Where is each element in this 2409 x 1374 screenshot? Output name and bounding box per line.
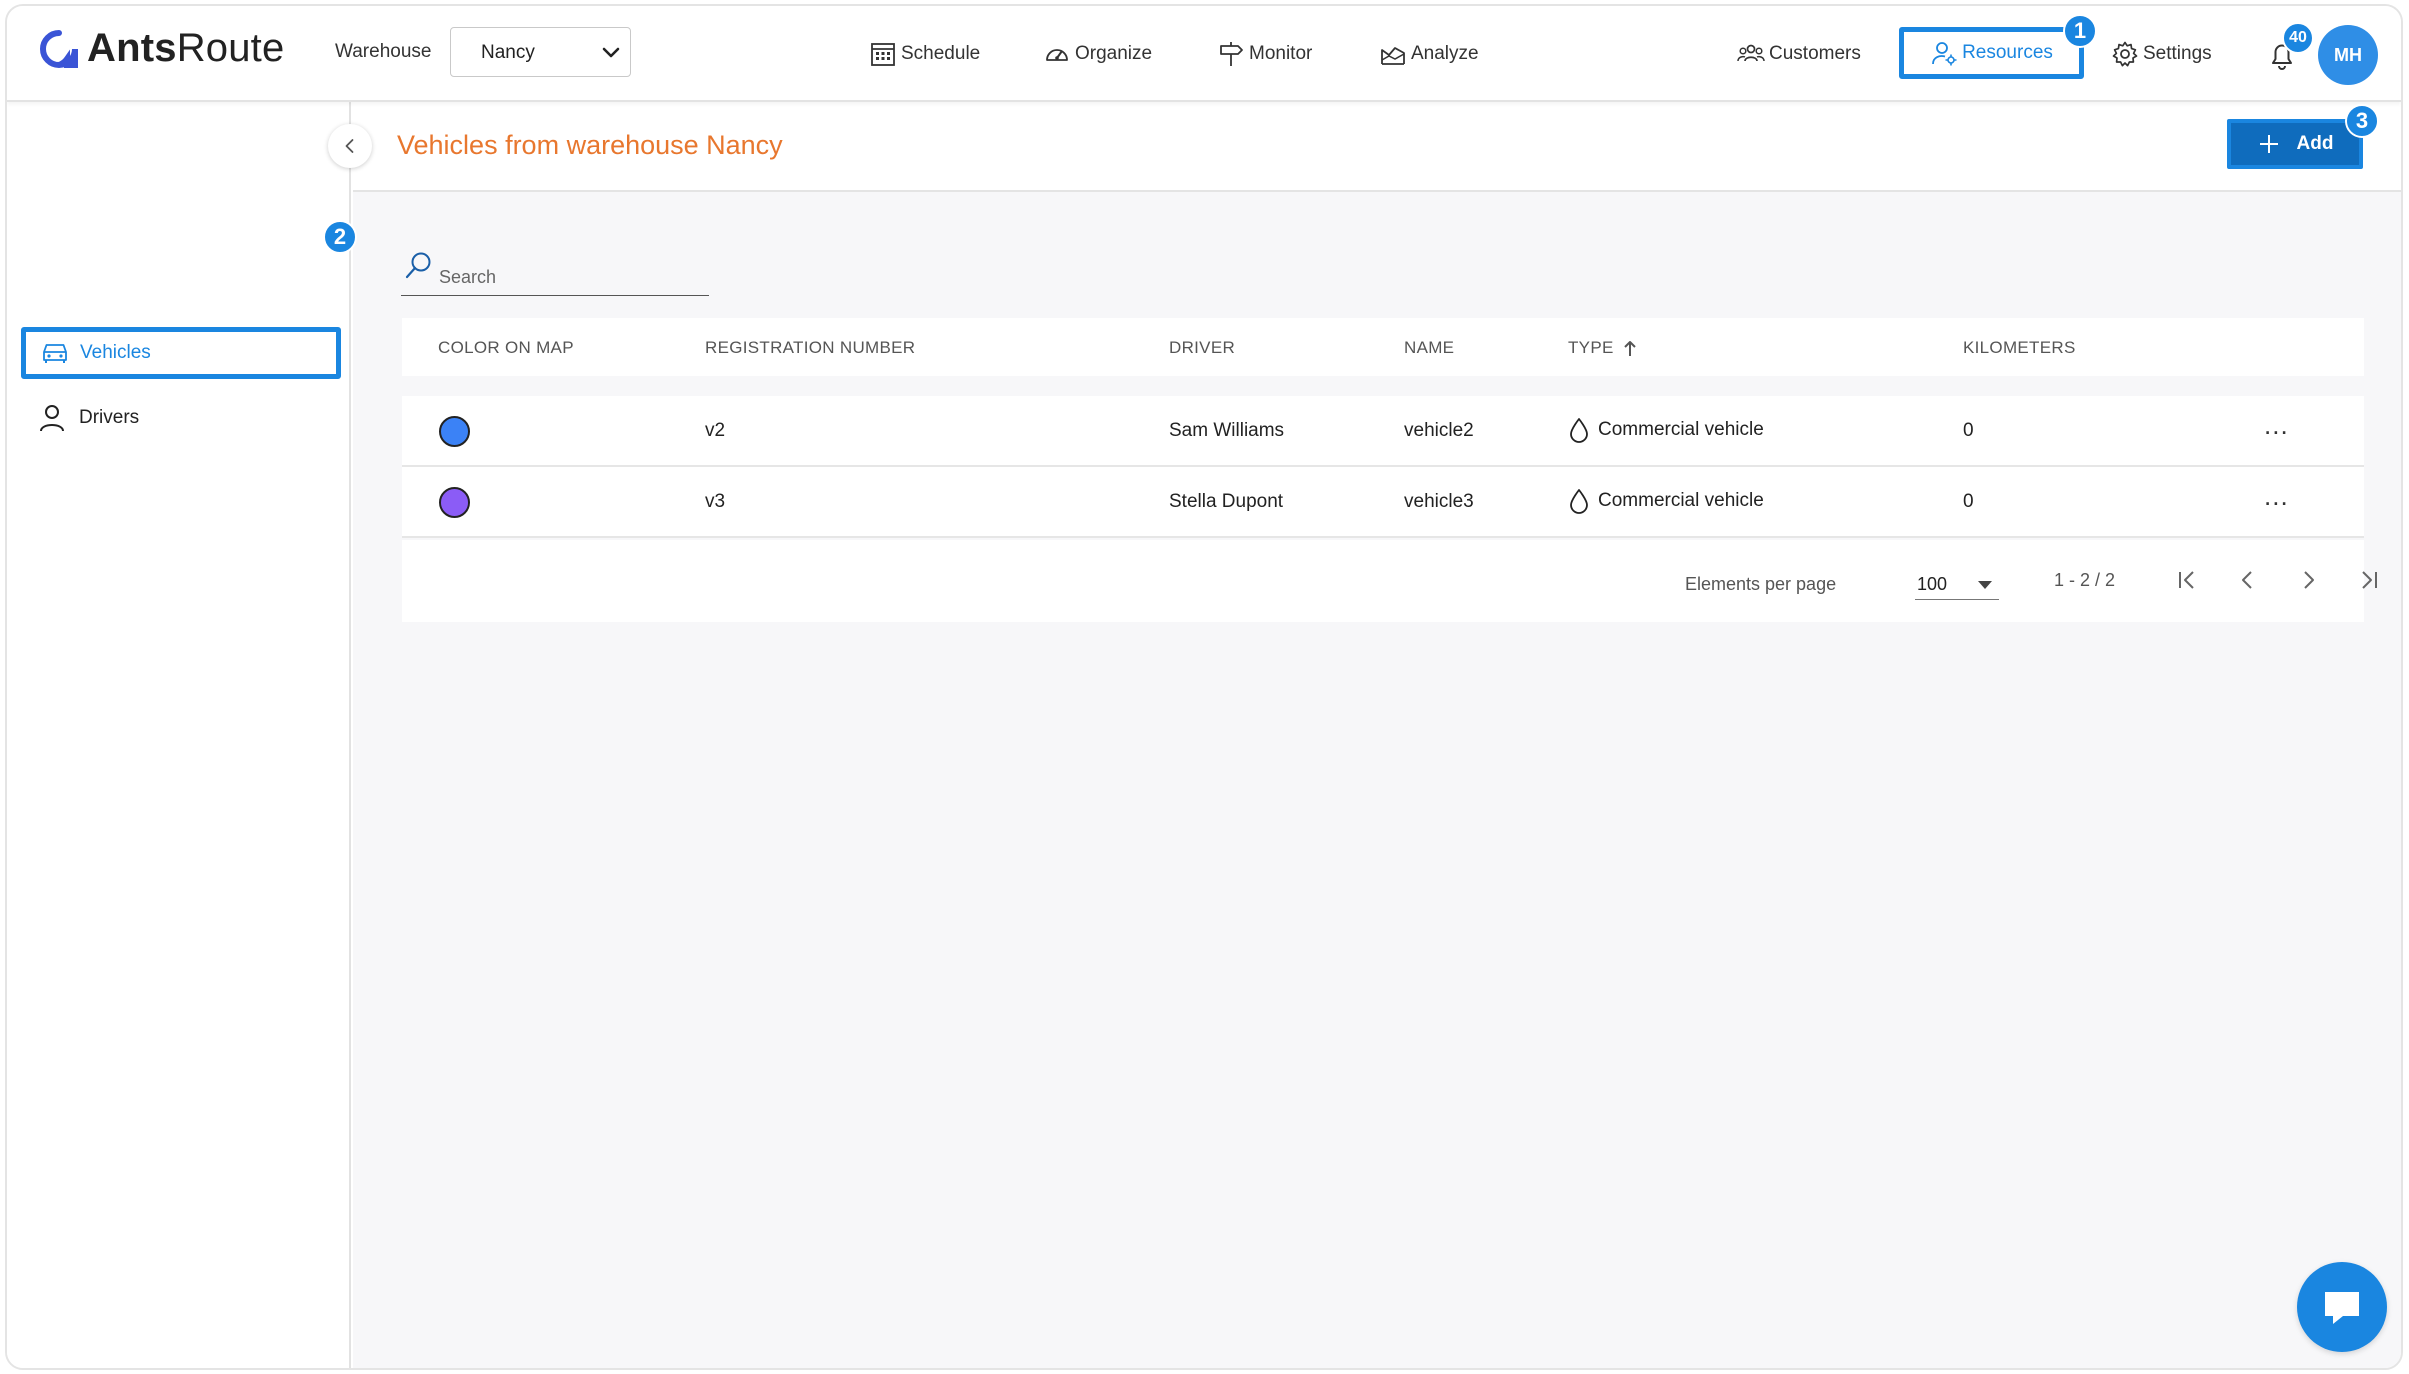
- antsroute-logo-icon: [40, 29, 78, 68]
- warehouse-label: Warehouse: [335, 41, 432, 62]
- logo[interactable]: AntsRoute: [39, 26, 284, 71]
- nav-customers[interactable]: Customers: [1737, 6, 1861, 102]
- table-row[interactable]: v3 Stella Dupont vehicle3 Commercial veh…: [402, 467, 2364, 538]
- table-header: COLOR ON MAP REGISTRATION NUMBER DRIVER …: [402, 318, 2364, 376]
- add-vehicle-button[interactable]: Add: [2227, 119, 2363, 169]
- name-cell: vehicle3: [1404, 491, 1474, 512]
- callout-badge-3: 3: [2345, 104, 2379, 138]
- top-bar: AntsRoute Warehouse Nancy Schedule Organ…: [7, 6, 2401, 102]
- nav-organize[interactable]: Organize: [1043, 6, 1152, 102]
- elements-per-page-value: 100: [1917, 574, 1948, 594]
- user-gear-icon: [1932, 42, 1957, 66]
- avatar[interactable]: MH: [2318, 25, 2378, 85]
- first-page-icon: [2179, 571, 2194, 589]
- sidebar-item-vehicles-label: Vehicles: [80, 342, 151, 363]
- nav-schedule[interactable]: Schedule: [869, 6, 980, 102]
- color-swatch: [439, 487, 470, 518]
- sidebar-item-drivers[interactable]: Drivers: [39, 404, 139, 432]
- previous-page-button[interactable]: [2230, 562, 2266, 598]
- column-kilometers[interactable]: KILOMETERS: [1963, 338, 2076, 358]
- page-header: Vehicles from warehouse Nancy Add: [353, 102, 2401, 192]
- kilometers-cell: 0: [1963, 491, 1974, 512]
- nav-schedule-label: Schedule: [901, 43, 981, 64]
- registration-cell: v3: [705, 491, 726, 512]
- add-button-label: Add: [2296, 133, 2334, 154]
- chart-area-icon: [1381, 47, 1405, 65]
- page-title: Vehicles from warehouse Nancy: [397, 130, 783, 160]
- column-color-on-map[interactable]: COLOR ON MAP: [438, 338, 574, 358]
- logo-text: AntsRoute: [87, 26, 285, 70]
- column-registration-number[interactable]: REGISTRATION NUMBER: [705, 338, 915, 358]
- elements-per-page-label: Elements per page: [1685, 574, 1837, 594]
- chevron-down-icon: [602, 47, 620, 58]
- signpost-icon: [1220, 42, 1243, 66]
- callout-badge-1: 1: [2063, 14, 2097, 48]
- type-cell: Commercial vehicle: [1568, 487, 1764, 515]
- chevron-left-icon: [345, 139, 354, 153]
- driver-cell: Sam Williams: [1169, 420, 1285, 441]
- customers-icon: [1737, 44, 1765, 62]
- nav-monitor-label: Monitor: [1249, 43, 1313, 64]
- last-page-icon: [2362, 571, 2377, 589]
- row-actions-menu[interactable]: ...: [2264, 410, 2289, 441]
- callout-badge-2: 2: [323, 220, 357, 254]
- first-page-button[interactable]: [2170, 562, 2206, 598]
- column-driver[interactable]: DRIVER: [1169, 338, 1235, 358]
- elements-per-page-select[interactable]: 100: [1915, 570, 1999, 600]
- gauge-icon: [1046, 49, 1068, 61]
- nav-settings[interactable]: Settings: [2111, 6, 2212, 102]
- column-name[interactable]: NAME: [1404, 338, 1454, 358]
- plus-icon: [2259, 135, 2278, 153]
- table-body: v2 Sam Williams vehicle2 Commercial vehi…: [402, 396, 2364, 538]
- table-row[interactable]: v2 Sam Williams vehicle2 Commercial vehi…: [402, 396, 2364, 467]
- warehouse-select[interactable]: Nancy: [450, 27, 631, 77]
- search-icon: [405, 252, 431, 279]
- page-range: 1 - 2 / 2: [2054, 570, 2116, 590]
- type-label: Commercial vehicle: [1598, 419, 1764, 440]
- column-type-label: TYPE: [1568, 338, 1614, 357]
- registration-cell: v2: [705, 420, 726, 441]
- chevron-right-icon: [2304, 571, 2314, 589]
- nav-resources-label: Resources: [1962, 42, 2053, 63]
- name-cell: vehicle2: [1404, 420, 1474, 441]
- nav-monitor[interactable]: Monitor: [1217, 6, 1312, 102]
- chat-bubble-icon: [2325, 1292, 2359, 1324]
- nav-resources[interactable]: Resources: [1899, 27, 2084, 79]
- sidebar-item-vehicles[interactable]: Vehicles: [21, 327, 341, 379]
- sidebar-item-drivers-label: Drivers: [79, 407, 140, 428]
- person-icon: [40, 405, 64, 432]
- nav-analyze[interactable]: Analyze: [1379, 6, 1479, 102]
- notification-count-badge: 40: [2282, 22, 2314, 54]
- search-field: [401, 250, 709, 296]
- sidebar: Vehicles Drivers: [7, 102, 351, 1368]
- app-window: AntsRoute Warehouse Nancy Schedule Organ…: [5, 4, 2403, 1370]
- caret-down-icon: [1978, 581, 1992, 589]
- nav-analyze-label: Analyze: [1411, 43, 1479, 64]
- chat-widget-button[interactable]: [2297, 1262, 2387, 1352]
- fuel-drop-icon: [1570, 489, 1588, 514]
- type-label: Commercial vehicle: [1598, 490, 1764, 511]
- car-icon: [43, 344, 67, 363]
- nav-customers-label: Customers: [1769, 43, 1861, 64]
- fuel-drop-icon: [1570, 418, 1588, 443]
- sort-ascending-icon: [1623, 341, 1636, 356]
- search-input[interactable]: [439, 262, 699, 292]
- type-cell: Commercial vehicle: [1568, 416, 1764, 444]
- main-content: Vehicles from warehouse Nancy Add COLOR …: [353, 102, 2401, 1368]
- row-actions-menu[interactable]: ...: [2264, 481, 2289, 512]
- last-page-button[interactable]: [2350, 562, 2386, 598]
- chevron-left-icon: [2242, 571, 2252, 589]
- kilometers-cell: 0: [1963, 420, 1974, 441]
- pagination: Elements per page 100 1 - 2 / 2: [402, 540, 2377, 622]
- nav-organize-label: Organize: [1075, 43, 1153, 64]
- gear-icon: [2112, 41, 2138, 67]
- calendar-icon: [871, 43, 895, 66]
- driver-cell: Stella Dupont: [1169, 491, 1284, 512]
- color-swatch: [439, 416, 470, 447]
- warehouse-select-value: Nancy: [481, 42, 535, 63]
- next-page-button[interactable]: [2290, 562, 2326, 598]
- collapse-sidebar-button[interactable]: [328, 124, 372, 168]
- column-type[interactable]: TYPE: [1568, 338, 1638, 358]
- nav-settings-label: Settings: [2143, 43, 2212, 64]
